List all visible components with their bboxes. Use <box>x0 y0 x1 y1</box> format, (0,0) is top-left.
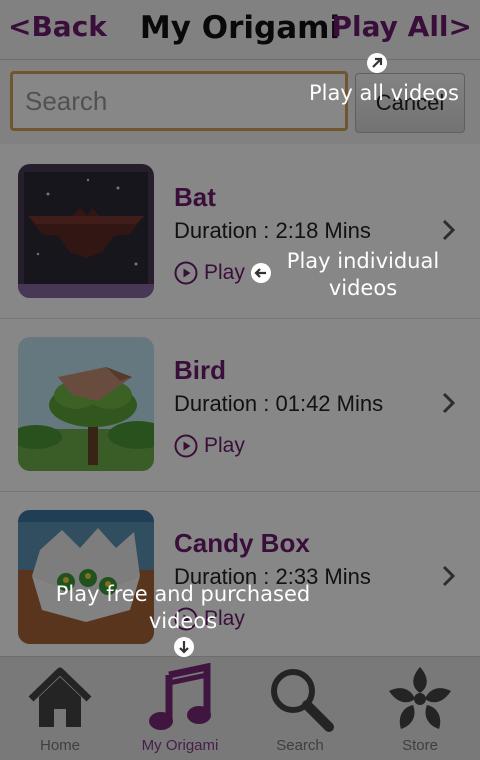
back-button[interactable]: <Back <box>8 10 107 43</box>
video-title: Bird <box>174 355 226 385</box>
arrow-down-icon <box>174 637 194 657</box>
search-bar: Cancel <box>0 60 480 144</box>
list-item-bird[interactable]: Bird Duration : 01:42 Mins Play <box>0 319 480 492</box>
flower-icon <box>389 667 451 729</box>
arrow-up-right-icon <box>367 53 387 73</box>
bat-thumbnail <box>18 164 154 298</box>
home-icon <box>28 667 92 727</box>
cancel-button[interactable]: Cancel <box>355 73 465 133</box>
music-note-icon <box>149 663 211 730</box>
chevron-right-icon[interactable] <box>440 389 458 417</box>
video-duration: Duration : 01:42 Mins <box>174 391 384 416</box>
play-all-button[interactable]: Play All> <box>332 10 472 43</box>
tab-home[interactable]: Home <box>0 657 120 760</box>
candy-box-thumbnail-image <box>18 510 154 644</box>
bird-thumbnail-image <box>18 337 154 471</box>
tab-label: Home <box>39 737 80 754</box>
play-circle-icon <box>174 434 198 458</box>
tab-search[interactable]: Search <box>240 657 360 760</box>
tab-label: Search <box>276 737 324 754</box>
play-button[interactable]: Play <box>174 259 245 287</box>
list-item-candy-box[interactable]: Candy Box Duration : 2:33 Mins Play <box>0 492 480 665</box>
video-title: Candy Box <box>174 528 310 558</box>
play-label: Play <box>204 261 245 284</box>
video-duration: Duration : 2:18 Mins <box>174 218 371 243</box>
play-button[interactable]: Play <box>174 432 245 460</box>
chevron-right-icon[interactable] <box>440 562 458 590</box>
play-button[interactable]: Play <box>174 605 245 633</box>
bottom-tab-bar: Home My Origami Search Store <box>0 656 480 760</box>
header-bar: <Back My Origami Play All> <box>0 0 480 60</box>
bat-thumbnail-image <box>18 164 154 298</box>
tab-label: My Origami <box>141 737 219 754</box>
play-label: Play <box>204 607 245 630</box>
bird-thumbnail <box>18 337 154 471</box>
tab-store[interactable]: Store <box>360 657 480 760</box>
video-title: Bat <box>174 182 216 212</box>
video-duration: Duration : 2:33 Mins <box>174 564 371 589</box>
play-circle-icon <box>174 607 198 631</box>
arrow-left-icon <box>251 263 271 283</box>
candy-box-thumbnail <box>18 510 154 644</box>
list-item-bat[interactable]: Bat Duration : 2:18 Mins Play <box>0 146 480 319</box>
tab-label: Store <box>402 737 438 754</box>
tab-my-origami[interactable]: My Origami <box>120 657 240 760</box>
play-label: Play <box>204 434 245 457</box>
search-icon <box>271 669 334 732</box>
chevron-right-icon[interactable] <box>440 216 458 244</box>
search-input[interactable] <box>10 71 348 131</box>
video-list: Bat Duration : 2:18 Mins Play Bird Durat… <box>0 146 480 665</box>
play-circle-icon <box>174 261 198 285</box>
